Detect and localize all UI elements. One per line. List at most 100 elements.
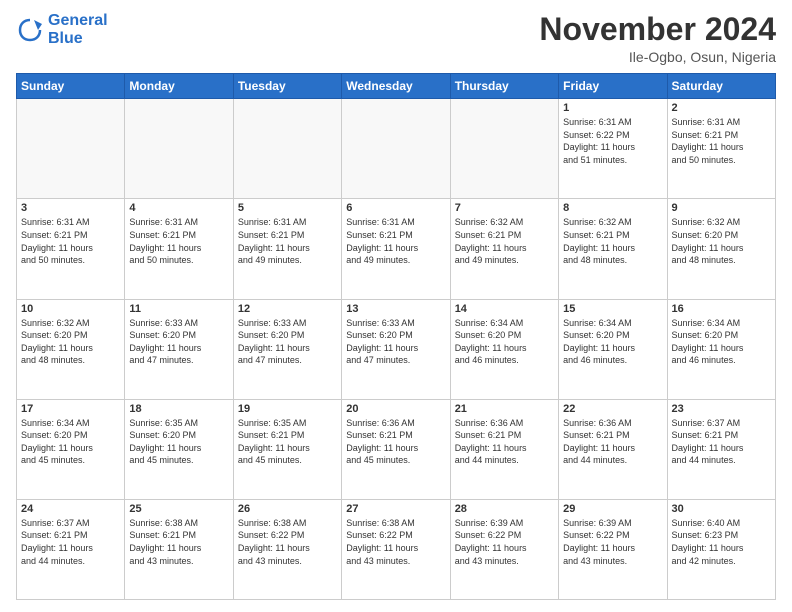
day-info: Sunrise: 6:31 AM Sunset: 6:21 PM Dayligh…: [672, 116, 771, 166]
calendar-cell-w5-d6: 29 Sunrise: 6:39 AM Sunset: 6:22 PM Dayli…: [559, 499, 667, 599]
day-info: Sunrise: 6:36 AM Sunset: 6:21 PM Dayligh…: [563, 417, 662, 467]
calendar-cell-w2-d3: 5 Sunrise: 6:31 AM Sunset: 6:21 PM Daylig…: [233, 199, 341, 299]
day-number: 22: [563, 403, 662, 415]
day-info: Sunrise: 6:34 AM Sunset: 6:20 PM Dayligh…: [21, 417, 120, 467]
day-number: 6: [346, 202, 445, 214]
calendar-cell-w4-d2: 18 Sunrise: 6:35 AM Sunset: 6:20 PM Dayli…: [125, 399, 233, 499]
calendar-cell-w1-d2: [125, 99, 233, 199]
calendar-cell-w2-d7: 9 Sunrise: 6:32 AM Sunset: 6:20 PM Daylig…: [667, 199, 775, 299]
calendar-cell-w4-d4: 20Sunrise: 6:36 AM Sunset: 6:21 PM Dayli…: [342, 399, 450, 499]
calendar-cell-w4-d3: 19Sunrise: 6:35 AM Sunset: 6:21 PM Dayli…: [233, 399, 341, 499]
day-number: 20: [346, 403, 445, 415]
day-number: 11: [129, 303, 228, 315]
day-info: Sunrise: 6:37 AM Sunset: 6:21 PM Dayligh…: [672, 417, 771, 467]
calendar-body: 1 Sunrise: 6:31 AM Sunset: 6:22 PM Daylig…: [17, 99, 776, 600]
day-number: 4: [129, 202, 228, 214]
calendar-cell-w5-d5: 28Sunrise: 6:39 AM Sunset: 6:22 PM Dayli…: [450, 499, 558, 599]
day-info: Sunrise: 6:33 AM Sunset: 6:20 PM Dayligh…: [129, 317, 228, 367]
day-info: Sunrise: 6:32 AM Sunset: 6:20 PM Dayligh…: [672, 216, 771, 266]
day-number: 18: [129, 403, 228, 415]
title-block: November 2024 Ile-Ogbo, Osun, Nigeria: [539, 12, 776, 65]
day-number: 3: [21, 202, 120, 214]
day-number: 7: [455, 202, 554, 214]
day-number: 13: [346, 303, 445, 315]
day-number: 28: [455, 503, 554, 515]
calendar-cell-w3-d1: 10Sunrise: 6:32 AM Sunset: 6:20 PM Dayli…: [17, 299, 125, 399]
calendar-cell-w1-d6: 1 Sunrise: 6:31 AM Sunset: 6:22 PM Daylig…: [559, 99, 667, 199]
day-number: 1: [563, 102, 662, 114]
day-number: 16: [672, 303, 771, 315]
header: General Blue November 2024 Ile-Ogbo, Osu…: [16, 12, 776, 65]
calendar-cell-w4-d5: 21Sunrise: 6:36 AM Sunset: 6:21 PM Dayli…: [450, 399, 558, 499]
col-saturday: Saturday: [667, 74, 775, 99]
calendar-cell-w4-d7: 23 Sunrise: 6:37 AM Sunset: 6:21 PM Dayli…: [667, 399, 775, 499]
day-number: 21: [455, 403, 554, 415]
day-number: 12: [238, 303, 337, 315]
day-number: 24: [21, 503, 120, 515]
day-number: 17: [21, 403, 120, 415]
day-number: 15: [563, 303, 662, 315]
day-number: 26: [238, 503, 337, 515]
day-number: 27: [346, 503, 445, 515]
calendar-cell-w3-d4: 13 Sunrise: 6:33 AM Sunset: 6:20 PM Dayli…: [342, 299, 450, 399]
day-number: 25: [129, 503, 228, 515]
day-number: 29: [563, 503, 662, 515]
day-number: 2: [672, 102, 771, 114]
calendar-cell-w4-d1: 17 Sunrise: 6:34 AM Sunset: 6:20 PM Dayli…: [17, 399, 125, 499]
calendar-cell-w2-d2: 4 Sunrise: 6:31 AM Sunset: 6:21 PM Daylig…: [125, 199, 233, 299]
day-info: Sunrise: 6:39 AM Sunset: 6:22 PM Dayligh…: [563, 517, 662, 567]
week-row-2: 3 Sunrise: 6:31 AM Sunset: 6:21 PM Daylig…: [17, 199, 776, 299]
day-info: Sunrise: 6:34 AM Sunset: 6:20 PM Dayligh…: [672, 317, 771, 367]
day-info: Sunrise: 6:34 AM Sunset: 6:20 PM Dayligh…: [455, 317, 554, 367]
col-friday: Friday: [559, 74, 667, 99]
day-info: Sunrise: 6:33 AM Sunset: 6:20 PM Dayligh…: [238, 317, 337, 367]
day-number: 19: [238, 403, 337, 415]
day-number: 30: [672, 503, 771, 515]
day-number: 9: [672, 202, 771, 214]
calendar-cell-w3-d3: 12 Sunrise: 6:33 AM Sunset: 6:20 PM Dayli…: [233, 299, 341, 399]
day-info: Sunrise: 6:31 AM Sunset: 6:21 PM Dayligh…: [346, 216, 445, 266]
day-info: Sunrise: 6:31 AM Sunset: 6:21 PM Dayligh…: [238, 216, 337, 266]
calendar-cell-w1-d3: [233, 99, 341, 199]
calendar-cell-w5-d3: 26 Sunrise: 6:38 AM Sunset: 6:22 PM Dayli…: [233, 499, 341, 599]
day-info: Sunrise: 6:32 AM Sunset: 6:20 PM Dayligh…: [21, 317, 120, 367]
calendar-cell-w2-d6: 8Sunrise: 6:32 AM Sunset: 6:21 PM Daylig…: [559, 199, 667, 299]
day-info: Sunrise: 6:32 AM Sunset: 6:21 PM Dayligh…: [455, 216, 554, 266]
calendar-cell-w1-d5: [450, 99, 558, 199]
day-info: Sunrise: 6:38 AM Sunset: 6:22 PM Dayligh…: [238, 517, 337, 567]
week-row-3: 10Sunrise: 6:32 AM Sunset: 6:20 PM Dayli…: [17, 299, 776, 399]
day-number: 8: [563, 202, 662, 214]
page: General Blue November 2024 Ile-Ogbo, Osu…: [0, 0, 792, 612]
calendar-cell-w4-d6: 22 Sunrise: 6:36 AM Sunset: 6:21 PM Dayli…: [559, 399, 667, 499]
col-monday: Monday: [125, 74, 233, 99]
day-info: Sunrise: 6:31 AM Sunset: 6:22 PM Dayligh…: [563, 116, 662, 166]
day-info: Sunrise: 6:33 AM Sunset: 6:20 PM Dayligh…: [346, 317, 445, 367]
calendar-cell-w5-d2: 25 Sunrise: 6:38 AM Sunset: 6:21 PM Dayli…: [125, 499, 233, 599]
day-info: Sunrise: 6:35 AM Sunset: 6:20 PM Dayligh…: [129, 417, 228, 467]
col-sunday: Sunday: [17, 74, 125, 99]
day-info: Sunrise: 6:31 AM Sunset: 6:21 PM Dayligh…: [129, 216, 228, 266]
day-number: 5: [238, 202, 337, 214]
calendar-cell-w1-d7: 2 Sunrise: 6:31 AM Sunset: 6:21 PM Daylig…: [667, 99, 775, 199]
day-info: Sunrise: 6:31 AM Sunset: 6:21 PM Dayligh…: [21, 216, 120, 266]
calendar-cell-w3-d7: 16 Sunrise: 6:34 AM Sunset: 6:20 PM Dayli…: [667, 299, 775, 399]
calendar-cell-w2-d4: 6 Sunrise: 6:31 AM Sunset: 6:21 PM Daylig…: [342, 199, 450, 299]
day-number: 23: [672, 403, 771, 415]
calendar-cell-w3-d5: 14 Sunrise: 6:34 AM Sunset: 6:20 PM Dayli…: [450, 299, 558, 399]
day-number: 14: [455, 303, 554, 315]
col-thursday: Thursday: [450, 74, 558, 99]
col-tuesday: Tuesday: [233, 74, 341, 99]
day-info: Sunrise: 6:38 AM Sunset: 6:21 PM Dayligh…: [129, 517, 228, 567]
logo-icon: [16, 16, 44, 44]
col-wednesday: Wednesday: [342, 74, 450, 99]
month-title: November 2024: [539, 12, 776, 47]
calendar-cell-w2-d1: 3 Sunrise: 6:31 AM Sunset: 6:21 PM Daylig…: [17, 199, 125, 299]
week-row-5: 24 Sunrise: 6:37 AM Sunset: 6:21 PM Dayli…: [17, 499, 776, 599]
day-info: Sunrise: 6:34 AM Sunset: 6:20 PM Dayligh…: [563, 317, 662, 367]
week-row-4: 17 Sunrise: 6:34 AM Sunset: 6:20 PM Dayli…: [17, 399, 776, 499]
calendar-cell-w3-d6: 15 Sunrise: 6:34 AM Sunset: 6:20 PM Dayli…: [559, 299, 667, 399]
week-row-1: 1 Sunrise: 6:31 AM Sunset: 6:22 PM Daylig…: [17, 99, 776, 199]
day-info: Sunrise: 6:37 AM Sunset: 6:21 PM Dayligh…: [21, 517, 120, 567]
location: Ile-Ogbo, Osun, Nigeria: [539, 49, 776, 65]
day-info: Sunrise: 6:40 AM Sunset: 6:23 PM Dayligh…: [672, 517, 771, 567]
